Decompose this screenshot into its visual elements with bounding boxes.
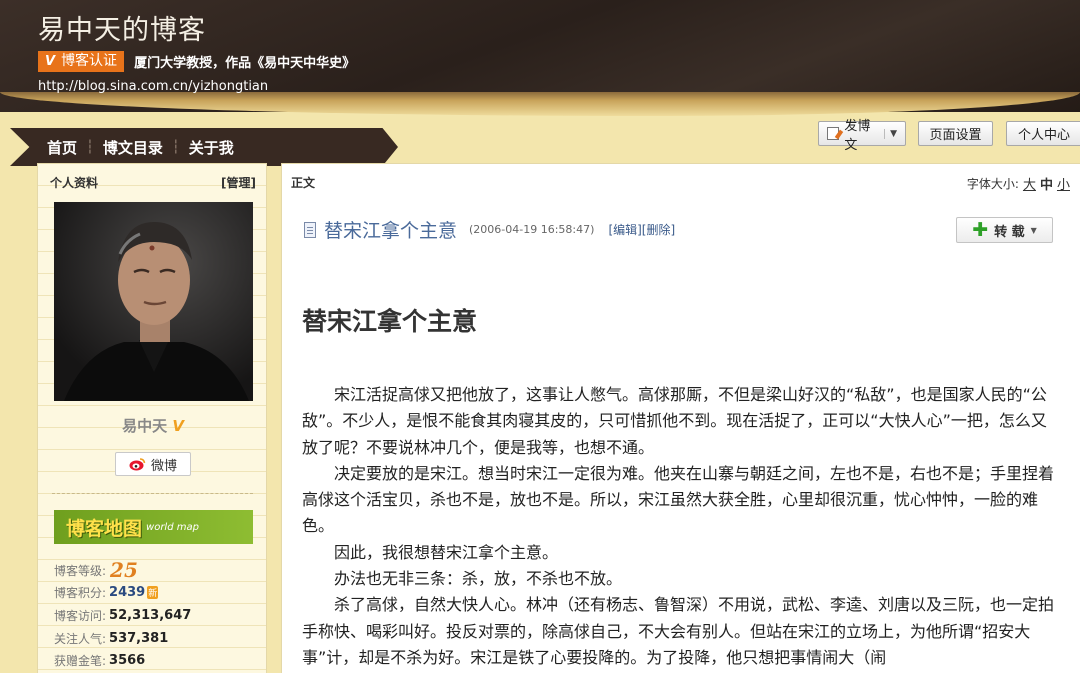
avatar-photo: [54, 202, 253, 401]
manage-link[interactable]: [管理]: [221, 174, 256, 191]
article-body: 宋江活捉高俅又把他放了，这事让人憋气。高俅那厮，不但是梁山好汉的“私敌”，也是国…: [302, 382, 1060, 671]
article-heading: 替宋江拿个主意: [302, 307, 478, 336]
document-icon: [304, 221, 316, 238]
stat-visits-value: 52,313,647: [109, 607, 192, 623]
chevron-down-icon[interactable]: ▼: [884, 128, 897, 139]
nav-separator: ┆: [86, 139, 94, 155]
post-article-button[interactable]: 发博文 ▼: [818, 119, 906, 153]
font-size-small[interactable]: 小: [1057, 174, 1070, 193]
font-size-controls: 字体大小: 大 中 小: [967, 174, 1080, 193]
stat-gold-value: 3566: [109, 653, 146, 669]
article-title[interactable]: 替宋江拿个主意: [324, 216, 457, 243]
pencil-icon: [827, 127, 840, 140]
article-paragraph: 决定要放的是宋江。想当时宋江一定很为难。他夹在山寨与朝廷之间，左也不是，右也不是…: [302, 463, 1055, 536]
blog-map-banner[interactable]: 博客地图 world map: [54, 510, 253, 544]
blog-stats: 博客等级: 25 博客积分: 2439 新 博客访问: 52,313,647 关…: [54, 558, 264, 672]
font-size-small-text: 小: [1056, 178, 1070, 193]
cert-label: 博客认证: [61, 52, 118, 69]
article-title-line: 替宋江拿个主意 (2006-04-19 16:58:47) [编辑][删除]: [304, 216, 675, 243]
header-wave-divider: [0, 92, 1080, 116]
new-badge: 新: [147, 586, 159, 600]
sidebar-divider: [52, 493, 253, 494]
repost-label: 转 载: [994, 224, 1025, 240]
profile-name[interactable]: 易中天 V: [38, 415, 268, 436]
stat-level-value[interactable]: 25: [110, 558, 138, 582]
personal-center-button[interactable]: 个人中心: [1006, 121, 1080, 146]
chevron-down-icon: ▼: [1030, 225, 1037, 235]
nav-home[interactable]: 首页: [38, 137, 86, 158]
stat-points: 博客积分: 2439 新: [54, 582, 264, 605]
nav-separator: ┆: [171, 139, 180, 155]
weibo-button[interactable]: 微博: [115, 452, 191, 476]
blog-map-label: 博客地图: [66, 517, 143, 540]
stat-label: 关注人气:: [54, 631, 107, 646]
plus-icon: ✚: [972, 218, 989, 241]
blog-map-sub: world map: [146, 521, 199, 533]
stat-visits: 博客访问: 52,313,647: [54, 604, 264, 627]
article-paragraph: 办法也无非三条：杀，放，不杀也不放。: [334, 569, 623, 589]
stat-followers-value: 537,381: [109, 630, 169, 646]
stat-points-value[interactable]: 2439: [109, 585, 145, 600]
article-date: (2006-04-19 16:58:47): [469, 223, 595, 236]
sidebar-title: 个人资料: [50, 176, 99, 190]
article-paragraph: 宋江活捉高俅又把他放了，这事让人憋气。高俅那厮，不但是梁山好汉的“私敌”，也是国…: [302, 385, 1047, 457]
page-settings-label: 页面设置: [929, 128, 982, 143]
verified-v-icon: V: [172, 417, 184, 435]
avatar[interactable]: [54, 202, 253, 401]
sidebar-header: 个人资料 [管理]: [38, 164, 266, 191]
font-size-medium[interactable]: 中: [1040, 174, 1053, 193]
weibo-label: 微博: [150, 458, 177, 474]
article-paragraph: 因此，我很想替宋江拿个主意。: [334, 542, 559, 562]
stat-followers: 关注人气: 537,381: [54, 627, 264, 650]
edit-delete-links[interactable]: [编辑][删除]: [608, 221, 675, 238]
certification-row: V 博客认证 厦门大学教授，作品《易中天中华史》: [38, 50, 355, 72]
stat-level: 博客等级: 25: [54, 558, 264, 582]
nav-about[interactable]: 关于我: [180, 137, 243, 158]
article-panel-header: 正文 字体大小: 大 中 小: [282, 164, 1080, 193]
font-size-large-text: 大: [1022, 178, 1036, 193]
nav-article-list[interactable]: 博文目录: [94, 137, 172, 158]
post-article-label: 发博文: [844, 118, 871, 153]
cert-badge[interactable]: V 博客认证: [38, 50, 125, 72]
section-label: 正文: [291, 176, 316, 190]
weibo-icon: [129, 458, 146, 471]
page-settings-button[interactable]: 页面设置: [918, 121, 993, 146]
blog-header: 易中天的博客 V 博客认证 厦门大学教授，作品《易中天中华史》 http://b…: [0, 0, 1080, 116]
article-paragraph: 杀了高俅，自然大快人心。林冲（还有杨志、鲁智深）不用说，武松、李逵、刘唐以及三阮…: [302, 595, 1055, 667]
repost-button[interactable]: ✚ 转 载 ▼: [956, 217, 1053, 243]
main-nav: 首页 ┆ 博文目录 ┆ 关于我: [10, 128, 398, 166]
font-size-large[interactable]: 大: [1023, 174, 1036, 193]
cert-description: 厦门大学教授，作品《易中天中华史》: [134, 55, 356, 71]
stat-gold: 获赠金笔: 3566: [54, 649, 264, 672]
article-panel: 正文 字体大小: 大 中 小 替宋江拿个主意 (2006-04-19 16:58…: [281, 163, 1080, 673]
verified-v-icon: V: [45, 53, 56, 69]
stat-label: 博客访问:: [54, 608, 107, 623]
font-size-medium-text: 中: [1039, 178, 1053, 193]
stat-label: 博客积分:: [54, 586, 107, 601]
font-size-label: 字体大小:: [966, 177, 1019, 191]
blog-url[interactable]: http://blog.sina.com.cn/yizhongtian: [38, 79, 268, 94]
profile-name-text: 易中天: [122, 417, 168, 435]
profile-sidebar: 个人资料 [管理] 易中天 V 微博 博客地图 world map 博客等级: …: [37, 163, 267, 673]
stat-label: 获赠金笔:: [54, 654, 107, 669]
personal-center-label: 个人中心: [1017, 128, 1070, 143]
blog-title[interactable]: 易中天的博客: [38, 8, 206, 47]
stat-label: 博客等级:: [54, 563, 107, 578]
